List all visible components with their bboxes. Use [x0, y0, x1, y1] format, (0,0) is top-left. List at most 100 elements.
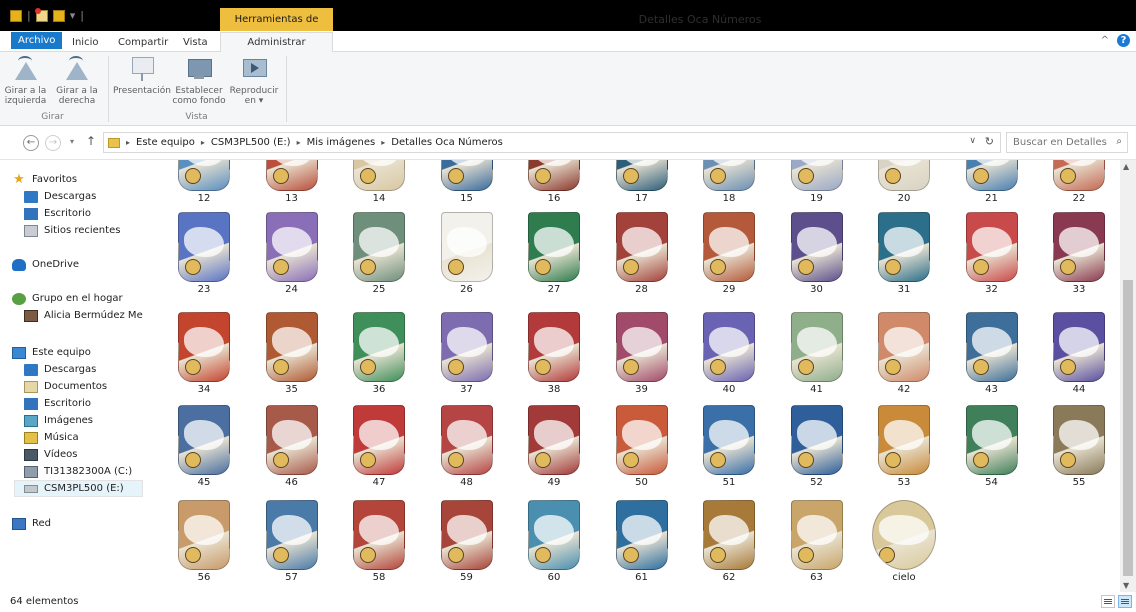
file-tile[interactable]: 32: [948, 212, 1036, 301]
file-tile[interactable]: 54: [948, 405, 1036, 494]
breadcrumb-current-folder[interactable]: Detalles Oca Números: [391, 137, 503, 148]
file-tile[interactable]: 33: [1035, 212, 1120, 301]
file-tile[interactable]: 23: [160, 212, 248, 301]
file-tile[interactable]: 25: [335, 212, 423, 301]
file-tile[interactable]: 31: [860, 212, 948, 301]
file-tile[interactable]: 36: [335, 312, 423, 401]
file-tile[interactable]: 30: [773, 212, 861, 301]
file-tile[interactable]: 57: [248, 500, 336, 589]
help-icon[interactable]: ?: [1117, 34, 1130, 47]
file-tile[interactable]: 59: [423, 500, 511, 589]
breadcrumb-mis-imagenes[interactable]: Mis imágenes: [307, 137, 376, 148]
file-tile[interactable]: 60: [510, 500, 598, 589]
nav-item-documentos[interactable]: Documentos: [24, 378, 143, 395]
nav-item-onedrive[interactable]: OneDrive: [12, 256, 143, 273]
nav-item-imágenes[interactable]: Imágenes: [24, 412, 143, 429]
nav-item-grupo-en-el-hogar[interactable]: Grupo en el hogar: [12, 290, 143, 307]
chevron-right-icon[interactable]: ▸: [297, 138, 301, 147]
file-tile[interactable]: 47: [335, 405, 423, 494]
rotate-right-button[interactable]: Girar a la derecha: [52, 56, 102, 106]
file-tile[interactable]: 45: [160, 405, 248, 494]
file-tile[interactable]: 24: [248, 212, 336, 301]
play-to-button[interactable]: Reproducir en ▾: [228, 56, 280, 106]
set-background-button[interactable]: Establecer como fondo: [172, 56, 226, 106]
nav-item-ti31382300a-c-[interactable]: TI31382300A (C:): [24, 463, 143, 480]
up-button[interactable]: ↑: [86, 134, 96, 148]
scroll-down-icon[interactable]: ▼: [1123, 581, 1129, 590]
search-icon[interactable]: ⌕: [1116, 136, 1122, 147]
chevron-right-icon[interactable]: ▸: [201, 138, 205, 147]
file-tile[interactable]: 21: [948, 160, 1036, 210]
file-tile[interactable]: 50: [598, 405, 686, 494]
file-tile[interactable]: 38: [510, 312, 598, 401]
tab-compartir[interactable]: Compartir: [110, 33, 176, 52]
address-dropdown-icon[interactable]: ∨: [969, 136, 976, 146]
breadcrumb-este-equipo[interactable]: Este equipo: [136, 137, 195, 148]
vertical-scrollbar[interactable]: ▲ ▼: [1120, 160, 1136, 592]
nav-item-favoritos[interactable]: ★ Favoritos: [12, 171, 143, 188]
tab-administrar[interactable]: Administrar: [220, 32, 333, 53]
nav-item-escritorio[interactable]: Escritorio: [24, 395, 143, 412]
file-tile[interactable]: 15: [423, 160, 511, 210]
file-tile[interactable]: 44: [1035, 312, 1120, 401]
file-tile[interactable]: 35: [248, 312, 336, 401]
file-tile[interactable]: 53: [860, 405, 948, 494]
file-tile[interactable]: 61: [598, 500, 686, 589]
file-tile[interactable]: 52: [773, 405, 861, 494]
breadcrumb-drive-e[interactable]: CSM3PL500 (E:): [211, 137, 291, 148]
file-tile[interactable]: 22: [1035, 160, 1120, 210]
nav-item-descargas[interactable]: Descargas: [24, 361, 143, 378]
tab-vista[interactable]: Vista: [175, 33, 216, 52]
slideshow-button[interactable]: Presentación: [113, 56, 171, 96]
file-tile[interactable]: 41: [773, 312, 861, 401]
nav-item-alicia-bermúdez-meri[interactable]: Alicia Bermúdez Meri: [24, 307, 143, 324]
file-tile[interactable]: 13: [248, 160, 336, 210]
file-tile[interactable]: 19: [773, 160, 861, 210]
nav-item-escritorio[interactable]: Escritorio: [24, 205, 143, 222]
nav-item-red[interactable]: Red: [12, 515, 143, 532]
file-tile[interactable]: 29: [685, 212, 773, 301]
file-tile[interactable]: 46: [248, 405, 336, 494]
file-tile[interactable]: 49: [510, 405, 598, 494]
file-tile[interactable]: 43: [948, 312, 1036, 401]
nav-item-música[interactable]: Música: [24, 429, 143, 446]
nav-item-este-equipo[interactable]: Este equipo: [12, 344, 143, 361]
scroll-up-icon[interactable]: ▲: [1123, 162, 1129, 171]
nav-item-descargas[interactable]: Descargas: [24, 188, 143, 205]
tab-archivo[interactable]: Archivo: [11, 32, 63, 49]
file-tile[interactable]: 12: [160, 160, 248, 210]
file-tile[interactable]: cielo: [860, 500, 948, 589]
recent-locations-icon[interactable]: ▾: [70, 137, 74, 146]
address-bar[interactable]: ▸ Este equipo ▸ CSM3PL500 (E:) ▸ Mis imá…: [103, 132, 1001, 153]
file-tile[interactable]: 28: [598, 212, 686, 301]
forward-button[interactable]: →: [45, 135, 61, 151]
file-tile[interactable]: 56: [160, 500, 248, 589]
search-input[interactable]: [1007, 133, 1107, 152]
back-button[interactable]: ←: [23, 135, 39, 151]
file-tile[interactable]: 55: [1035, 405, 1120, 494]
file-tile[interactable]: 48: [423, 405, 511, 494]
file-tile[interactable]: 42: [860, 312, 948, 401]
file-tile[interactable]: 40: [685, 312, 773, 401]
tab-inicio[interactable]: Inicio: [64, 33, 106, 52]
nav-item-csm3pl500-e-[interactable]: CSM3PL500 (E:): [14, 480, 143, 497]
rotate-left-button[interactable]: Girar a la izquierda: [3, 56, 48, 106]
file-tile[interactable]: 27: [510, 212, 598, 301]
nav-item-vídeos[interactable]: Vídeos: [24, 446, 143, 463]
large-icons-view-button[interactable]: [1118, 595, 1132, 608]
chevron-right-icon[interactable]: ▸: [381, 138, 385, 147]
file-tile[interactable]: 17: [598, 160, 686, 210]
file-tile[interactable]: 14: [335, 160, 423, 210]
file-tile[interactable]: 18: [685, 160, 773, 210]
minimize-ribbon-icon[interactable]: ^: [1101, 35, 1109, 46]
refresh-icon[interactable]: ↻: [985, 135, 994, 148]
file-tile[interactable]: 20: [860, 160, 948, 210]
file-tile[interactable]: 51: [685, 405, 773, 494]
nav-item-sitios-recientes[interactable]: Sitios recientes: [24, 222, 143, 239]
file-tile[interactable]: 62: [685, 500, 773, 589]
file-tile[interactable]: 63: [773, 500, 861, 589]
file-tile[interactable]: 26: [423, 212, 511, 301]
details-view-button[interactable]: [1101, 595, 1115, 608]
file-tile[interactable]: 34: [160, 312, 248, 401]
file-tile[interactable]: 58: [335, 500, 423, 589]
